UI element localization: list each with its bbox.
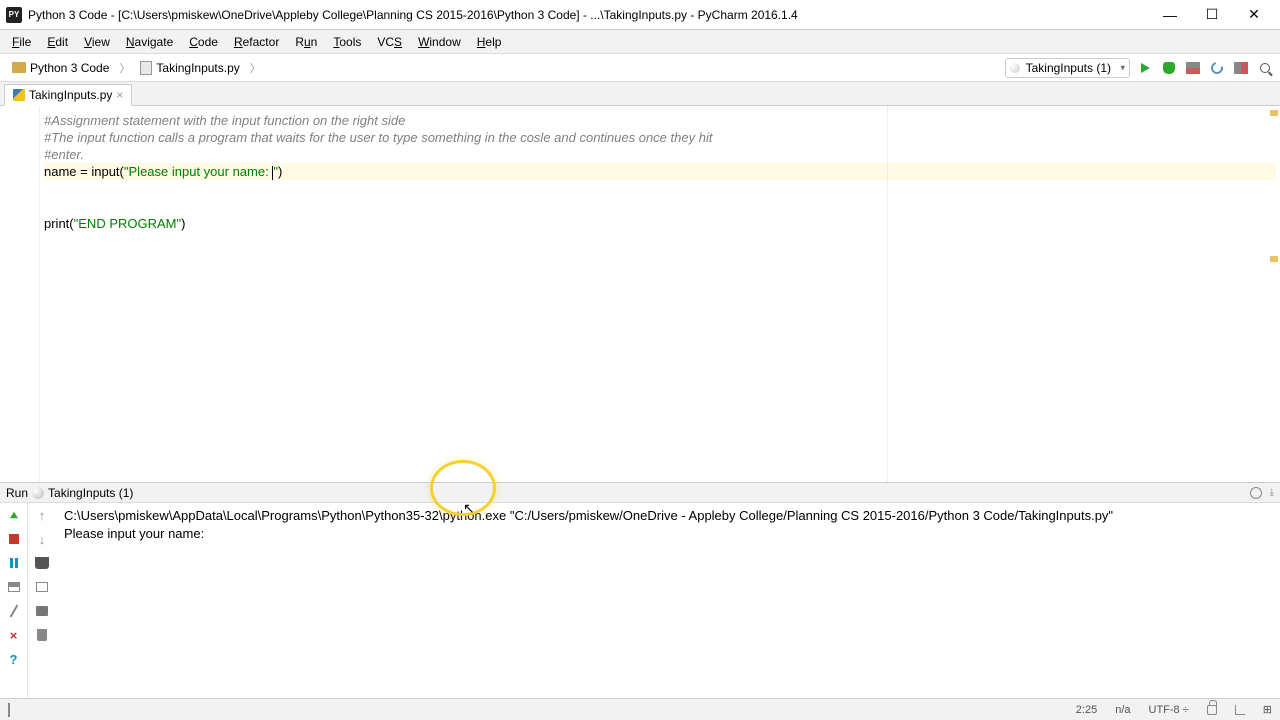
scroll-end-button[interactable] <box>34 579 50 595</box>
console-line-2: Please input your name: <box>64 526 208 541</box>
print-button[interactable] <box>34 603 50 619</box>
menu-help[interactable]: Help <box>469 32 510 52</box>
menu-run[interactable]: Run <box>287 32 325 52</box>
run-panel-title: Run <box>6 486 28 500</box>
layout-button[interactable] <box>6 579 22 595</box>
menu-bar: File Edit View Navigate Code Refactor Ru… <box>0 30 1280 54</box>
tab-close-button[interactable]: × <box>116 88 123 102</box>
refresh-icon <box>1209 59 1225 75</box>
status-na: n/a <box>1115 704 1130 716</box>
scroll-down-button[interactable]: ↓ <box>34 531 50 547</box>
play-icon <box>1141 63 1150 73</box>
rerun-button[interactable] <box>6 507 22 523</box>
soft-wrap-button[interactable] <box>34 555 50 571</box>
app-icon: PY <box>6 7 22 23</box>
profile-icon <box>1234 62 1248 74</box>
menu-navigate[interactable]: Navigate <box>118 32 181 52</box>
window-controls: — ☐ ✕ <box>1150 3 1274 27</box>
right-margin-line <box>887 106 888 482</box>
breadcrumb: Python 3 Code 〉 TakingInputs.py 〉 <box>6 59 263 77</box>
menu-window[interactable]: Window <box>410 32 469 52</box>
run-coverage-button[interactable] <box>1184 59 1202 77</box>
run-configuration-selector[interactable]: TakingInputs (1) <box>1005 58 1130 78</box>
status-left <box>8 704 10 716</box>
toolbar-right: TakingInputs (1) <box>1005 58 1274 78</box>
run-gutter-left: × ? <box>0 503 28 702</box>
editor-gutter <box>0 106 40 482</box>
console-line-1: C:\Users\pmiskew\AppData\Local\Programs\… <box>64 508 1113 523</box>
lock-icon[interactable] <box>1207 705 1217 715</box>
menu-file[interactable]: File <box>4 32 39 52</box>
close-run-button[interactable]: × <box>6 627 22 643</box>
refresh-button[interactable] <box>1208 59 1226 77</box>
stop-button[interactable] <box>6 531 22 547</box>
breadcrumb-file[interactable]: TakingInputs.py <box>134 59 245 77</box>
hide-panel-button[interactable]: ⤓ <box>1270 487 1274 498</box>
chevron-icon: 〉 <box>117 60 132 76</box>
editor-tabs: TakingInputs.py × <box>0 82 1280 106</box>
menu-vcs[interactable]: VCS <box>369 32 410 52</box>
window-titlebar: PY Python 3 Code - [C:\Users\pmiskew\One… <box>0 0 1280 30</box>
status-bar: 2:25 n/a UTF-8 ÷ ⊞ <box>0 698 1280 720</box>
code-comment-1: #Assignment statement with the input fun… <box>44 113 405 128</box>
tab-label: TakingInputs.py <box>29 88 112 102</box>
search-button[interactable] <box>1256 59 1274 77</box>
menu-refactor[interactable]: Refactor <box>226 32 287 52</box>
file-icon <box>140 61 152 75</box>
tab-takinginputs[interactable]: TakingInputs.py × <box>4 84 132 106</box>
code-comment-3: #enter. <box>44 147 84 162</box>
run-tool-window: Run TakingInputs (1) ⤓ × ? ↑ ↓ <box>0 482 1280 702</box>
git-branch-icon[interactable] <box>1235 705 1245 715</box>
breadcrumb-root-label: Python 3 Code <box>30 61 109 75</box>
status-line-col: 2:25 <box>1076 704 1097 716</box>
wand-button[interactable] <box>6 603 22 619</box>
code-editor[interactable]: #Assignment statement with the input fun… <box>0 106 1280 482</box>
run-configuration-label: TakingInputs (1) <box>1026 61 1111 75</box>
console-output[interactable]: C:\Users\pmiskew\AppData\Local\Programs\… <box>56 503 1280 702</box>
tool-window-toggle-icon[interactable] <box>8 703 10 717</box>
python-file-icon <box>13 89 25 101</box>
coverage-icon <box>1186 62 1200 74</box>
bug-icon <box>1163 62 1175 74</box>
chevron-icon: 〉 <box>248 60 263 76</box>
status-indicator-icon[interactable]: ⊞ <box>1263 703 1272 716</box>
debug-button[interactable] <box>1160 59 1178 77</box>
status-encoding: UTF-8 ÷ <box>1149 704 1189 716</box>
code-comment-2: #The input function calls a program that… <box>44 130 712 145</box>
help-button[interactable]: ? <box>6 651 22 667</box>
pause-button[interactable] <box>6 555 22 571</box>
scroll-up-button[interactable]: ↑ <box>34 507 50 523</box>
window-title: Python 3 Code - [C:\Users\pmiskew\OneDri… <box>28 8 1150 22</box>
search-icon <box>1260 63 1270 73</box>
breadcrumb-root[interactable]: Python 3 Code <box>6 59 115 77</box>
clear-console-button[interactable] <box>34 627 50 643</box>
navigation-bar: Python 3 Code 〉 TakingInputs.py 〉 Taking… <box>0 54 1280 82</box>
menu-edit[interactable]: Edit <box>39 32 76 52</box>
menu-code[interactable]: Code <box>181 32 226 52</box>
code-line-print: print("END PROGRAM") <box>44 215 1276 232</box>
run-profile-button[interactable] <box>1232 59 1250 77</box>
code-line-assign: name = input("Please input your name: ") <box>44 163 1276 180</box>
run-button[interactable] <box>1136 59 1154 77</box>
breadcrumb-file-label: TakingInputs.py <box>156 61 239 75</box>
maximize-button[interactable]: ☐ <box>1192 3 1232 27</box>
run-panel-config-name: TakingInputs (1) <box>48 486 133 500</box>
error-stripe <box>1268 106 1280 482</box>
gear-icon[interactable] <box>1250 487 1262 499</box>
run-gutter-right: ↑ ↓ <box>28 503 56 702</box>
menu-tools[interactable]: Tools <box>325 32 369 52</box>
menu-view[interactable]: View <box>76 32 118 52</box>
folder-icon <box>12 62 26 73</box>
minimize-button[interactable]: — <box>1150 3 1190 27</box>
close-button[interactable]: ✕ <box>1234 3 1274 27</box>
run-config-icon <box>32 487 44 499</box>
